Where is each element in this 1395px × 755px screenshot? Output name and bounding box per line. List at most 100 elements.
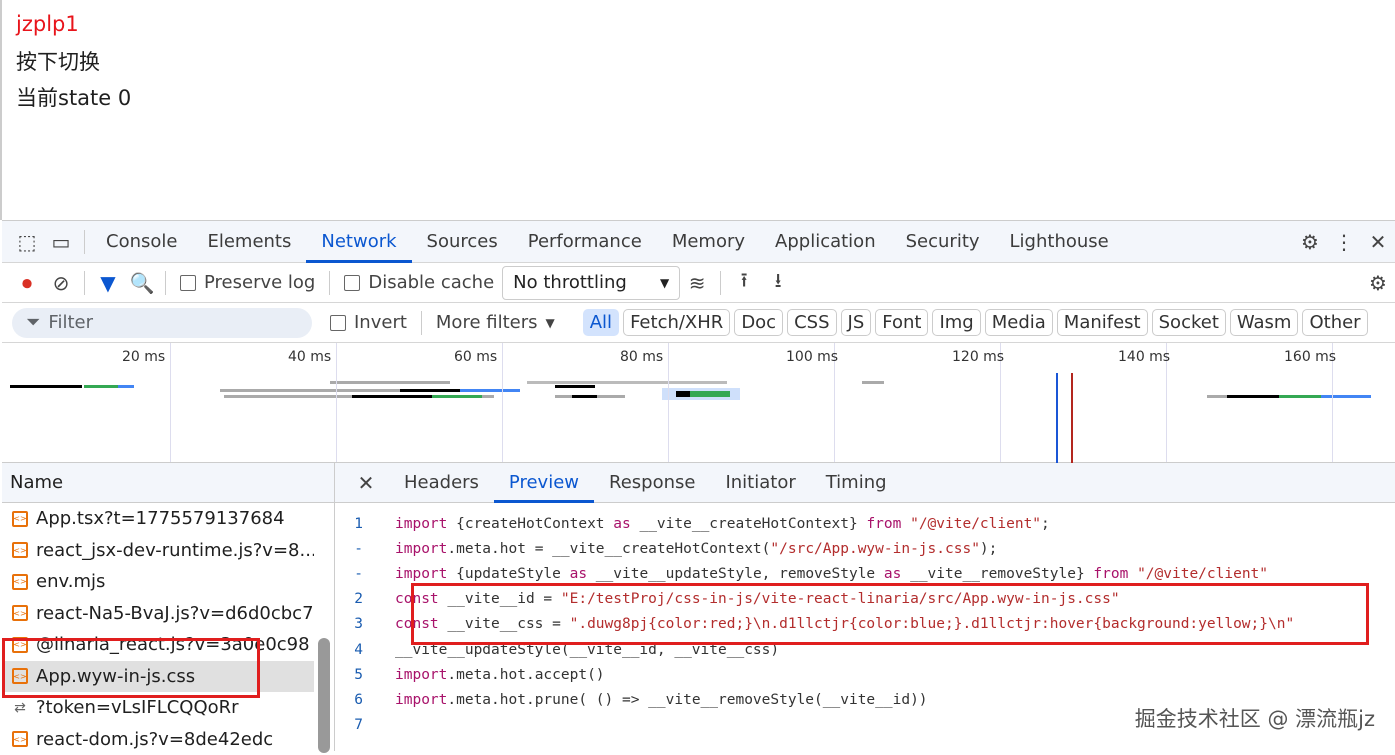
code-line: -import.meta.hot = __vite__createHotCont…: [335, 536, 1395, 561]
code-token: import: [395, 667, 447, 683]
caret-down-icon: ▼: [546, 316, 555, 330]
tab-console[interactable]: Console: [91, 221, 192, 263]
timeline-tick-label: 160 ms: [1284, 349, 1336, 365]
more-filters-dropdown[interactable]: More filters ▼: [436, 312, 555, 333]
throttling-select[interactable]: No throttling▼: [502, 266, 680, 300]
tab-security[interactable]: Security: [891, 221, 995, 263]
timeline-gridline: [170, 343, 171, 462]
code-token: as: [570, 566, 587, 582]
page-content: jzplp1 按下切换 当前state 0: [0, 0, 1395, 220]
device-toolbar-icon[interactable]: ▭: [44, 225, 78, 259]
request-row[interactable]: <>env.mjs: [2, 566, 314, 598]
tab-application[interactable]: Application: [760, 221, 891, 263]
code-token: "/src/App.wyw-in-js.css": [770, 541, 980, 557]
inspect-element-icon[interactable]: ⬚: [10, 225, 44, 259]
code-token: as: [884, 566, 901, 582]
request-row[interactable]: <> react-Na5-BvaJ.js?v=d6d0cbc7: [2, 598, 314, 630]
code-token: import: [395, 566, 447, 582]
export-har-icon[interactable]: ⭳: [761, 266, 795, 300]
filter-type-doc[interactable]: Doc: [734, 309, 783, 336]
code-line: 1import {createHotContext as __vite__cre…: [335, 511, 1395, 536]
script-file-icon: <>: [12, 605, 28, 621]
filter-type-js[interactable]: JS: [841, 309, 872, 336]
settings-gear-icon[interactable]: ⚙: [1293, 225, 1327, 259]
line-number: 5: [335, 667, 395, 683]
timeline-tick-label: 120 ms: [952, 349, 1004, 365]
invert-label: Invert: [354, 312, 407, 333]
network-settings-icon[interactable]: ⚙: [1361, 266, 1395, 300]
filter-type-manifest[interactable]: Manifest: [1057, 309, 1148, 336]
request-list-scrollbar[interactable]: [318, 638, 330, 753]
name-column-header[interactable]: Name: [2, 463, 334, 503]
timeline-tick-label: 40 ms: [288, 349, 331, 365]
import-har-icon[interactable]: ⭱: [727, 266, 761, 300]
filter-type-css[interactable]: CSS: [787, 309, 836, 336]
more-menu-icon[interactable]: ⋮: [1327, 225, 1361, 259]
tab-memory[interactable]: Memory: [657, 221, 760, 263]
filter-bar: ⏷Filter Invert More filters ▼ AllFetch/XH…: [2, 303, 1395, 343]
line-number: 7: [335, 717, 395, 733]
record-stop-icon[interactable]: ⏺: [10, 266, 44, 300]
detail-tab-response[interactable]: Response: [594, 463, 710, 503]
network-timeline-overview[interactable]: 20 ms40 ms60 ms80 ms100 ms120 ms140 ms16…: [2, 343, 1395, 463]
divider: [720, 271, 721, 295]
request-name: react-Na5-BvaJ.js?v=d6d0cbc7: [36, 603, 314, 624]
tab-elements[interactable]: Elements: [192, 221, 306, 263]
line-number: -: [335, 566, 395, 582]
preserve-log-checkbox[interactable]: Preserve log: [180, 272, 315, 293]
detail-tab-timing[interactable]: Timing: [811, 463, 902, 503]
script-file-icon: <>: [12, 731, 28, 747]
request-row[interactable]: <> App.tsx?t=1775579137684: [2, 503, 314, 535]
network-conditions-icon[interactable]: ≋: [680, 266, 714, 300]
timeline-gridline: [336, 343, 337, 462]
state-text: 当前state 0: [16, 82, 131, 112]
filter-icon: ⏷: [26, 312, 40, 333]
line-number: 1: [335, 516, 395, 532]
watermark: 掘金技术社区 @ 漂流瓶jz: [1135, 703, 1375, 733]
search-icon[interactable]: 🔍: [125, 266, 159, 300]
filter-type-wasm[interactable]: Wasm: [1230, 309, 1299, 336]
detail-tab-initiator[interactable]: Initiator: [710, 463, 810, 503]
detail-tab-preview[interactable]: Preview: [494, 463, 594, 503]
invert-checkbox[interactable]: Invert: [330, 312, 407, 333]
filter-type-font[interactable]: Font: [875, 309, 928, 336]
code-token: "/@vite/client": [1128, 566, 1268, 582]
divider: [421, 311, 422, 335]
filter-type-other[interactable]: Other: [1302, 309, 1367, 336]
filter-type-all[interactable]: All: [583, 309, 619, 336]
close-devtools-icon[interactable]: ✕: [1361, 225, 1395, 259]
code-token: import: [395, 692, 447, 708]
tab-network[interactable]: Network: [306, 221, 411, 263]
highlight-box: [411, 583, 1369, 645]
filter-type-fetch-xhr[interactable]: Fetch/XHR: [623, 309, 730, 336]
filter-type-img[interactable]: Img: [932, 309, 980, 336]
filter-input[interactable]: ⏷Filter: [12, 308, 312, 338]
code-token: .meta.hot = __vite__createHotContext(: [447, 541, 770, 557]
clear-icon[interactable]: ⊘: [44, 266, 78, 300]
tab-sources[interactable]: Sources: [412, 221, 513, 263]
code-token: .meta.hot.accept(): [447, 667, 604, 683]
script-file-icon: <>: [12, 511, 28, 527]
preserve-log-label: Preserve log: [204, 272, 315, 293]
tab-performance[interactable]: Performance: [513, 221, 657, 263]
filter-type-socket[interactable]: Socket: [1152, 309, 1226, 336]
close-detail-icon[interactable]: ✕: [349, 466, 383, 500]
toggle-text[interactable]: 按下切换: [16, 46, 100, 76]
request-name: App.tsx?t=1775579137684: [36, 508, 285, 529]
timeline-tick-label: 100 ms: [786, 349, 838, 365]
request-row[interactable]: <>react-dom.js?v=8de42edc: [2, 724, 314, 755]
request-row[interactable]: <>react_jsx-dev-runtime.js?v=8...: [2, 535, 314, 567]
code-token: ;: [1041, 516, 1050, 532]
detail-tab-headers[interactable]: Headers: [389, 463, 494, 503]
tab-lighthouse[interactable]: Lighthouse: [995, 221, 1124, 263]
more-filters-label: More filters: [436, 312, 538, 333]
request-list: Name <>App.tsx?t=1775579137684<>react_js…: [2, 463, 335, 751]
request-name: react_jsx-dev-runtime.js?v=8...: [36, 540, 314, 561]
code-token: __vite__removeStyle}: [901, 566, 1093, 582]
filter-funnel-icon[interactable]: ▼: [91, 266, 125, 300]
filter-type-media[interactable]: Media: [985, 309, 1053, 336]
timeline-gridline: [668, 343, 669, 462]
code-token: .meta.hot.prune( () => __vite__removeSty…: [447, 692, 927, 708]
disable-cache-checkbox[interactable]: Disable cache: [344, 272, 494, 293]
divider: [165, 271, 166, 295]
